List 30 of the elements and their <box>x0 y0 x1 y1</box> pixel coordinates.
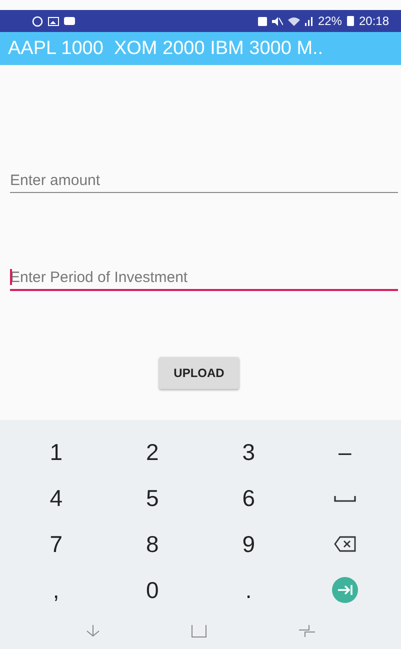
battery-percentage: 22% <box>318 14 342 28</box>
input-field[interactable]: Enter amount <box>10 168 398 193</box>
keyboard-key[interactable]: 7 <box>50 530 63 558</box>
keyboard-key[interactable]: 4 <box>50 485 63 512</box>
wifi-icon <box>288 16 300 26</box>
next-icon[interactable] <box>332 577 358 604</box>
space-key-icon[interactable] <box>334 496 356 502</box>
home-icon[interactable] <box>190 624 206 638</box>
keyboard-key[interactable]: 6 <box>242 485 256 512</box>
keyboard-key[interactable]: – <box>338 439 352 466</box>
keyboard-key[interactable]: 8 <box>146 530 159 558</box>
keyboard-key[interactable]: 2 <box>146 439 159 466</box>
back-icon[interactable] <box>86 625 100 637</box>
keyboard-key[interactable]: 3 <box>242 439 256 466</box>
keyboard-key[interactable]: 1 <box>50 439 63 466</box>
keyboard-key[interactable]: 0 <box>146 576 159 604</box>
keyboard-key[interactable]: 9 <box>242 530 256 558</box>
clock: 20:18 <box>358 14 389 28</box>
keyboard-key[interactable]: 5 <box>146 485 159 512</box>
keyboard-key[interactable]: . <box>245 576 252 604</box>
mute-icon <box>272 16 283 26</box>
title-text: AAPL 1000 XOM 2000 IBM 3000 M.. <box>8 38 324 60</box>
upload-button[interactable]: UPLOAD <box>158 357 240 389</box>
signal-icon <box>304 16 313 26</box>
battery-icon <box>346 16 354 26</box>
image-icon <box>48 16 59 26</box>
keyboard-key[interactable]: , <box>52 576 60 604</box>
text-cursor <box>10 269 12 285</box>
backspace-icon[interactable] <box>334 536 356 552</box>
recents-icon[interactable] <box>298 624 316 638</box>
